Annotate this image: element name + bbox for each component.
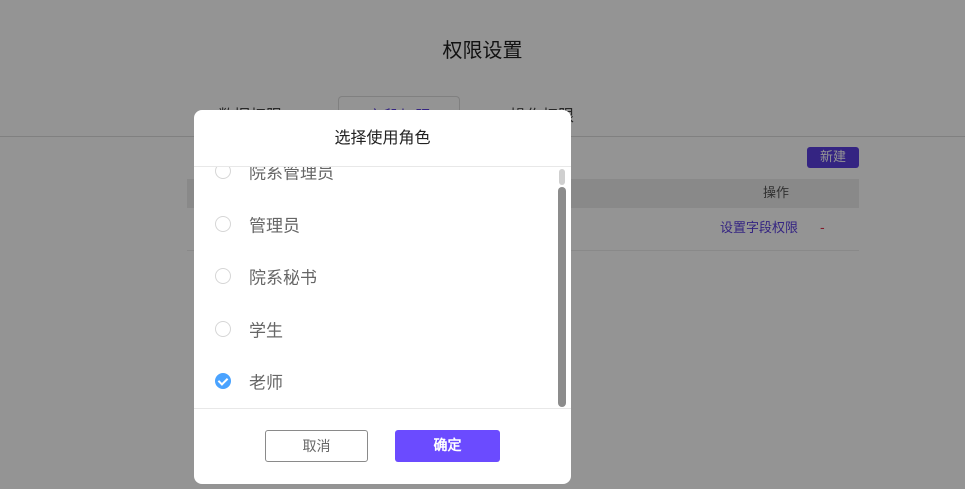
scrollbar-arrow[interactable] <box>559 169 565 185</box>
role-option-label: 老师 <box>249 373 283 394</box>
modal-footer: 取消 确定 <box>194 408 571 484</box>
role-option-label: 学生 <box>249 321 283 342</box>
cancel-button[interactable]: 取消 <box>265 430 368 462</box>
role-list: 院系管理员 管理员 院系秘书 学生 老师 <box>194 167 554 408</box>
radio-icon[interactable] <box>215 215 231 232</box>
role-list-container: 院系管理员 管理员 院系秘书 学生 老师 <box>194 167 571 409</box>
role-option[interactable]: 院系管理员 <box>194 167 554 198</box>
confirm-button[interactable]: 确定 <box>395 430 500 462</box>
role-option[interactable]: 管理员 <box>194 198 554 251</box>
role-option[interactable]: 老师 <box>194 355 554 408</box>
role-option[interactable]: 学生 <box>194 303 554 356</box>
select-role-modal: 选择使用角色 院系管理员 管理员 院系秘书 学生 老师 取消 确定 <box>194 110 571 484</box>
role-option-label: 院系秘书 <box>249 268 317 289</box>
radio-icon[interactable] <box>215 268 231 285</box>
role-option[interactable]: 院系秘书 <box>194 250 554 303</box>
radio-checked-icon[interactable] <box>215 373 231 390</box>
scrollbar-thumb[interactable] <box>558 187 566 407</box>
radio-icon[interactable] <box>215 167 231 180</box>
role-option-label: 管理员 <box>249 216 300 237</box>
modal-title: 选择使用角色 <box>194 110 571 167</box>
role-option-label: 院系管理员 <box>249 167 334 184</box>
radio-icon[interactable] <box>215 320 231 337</box>
